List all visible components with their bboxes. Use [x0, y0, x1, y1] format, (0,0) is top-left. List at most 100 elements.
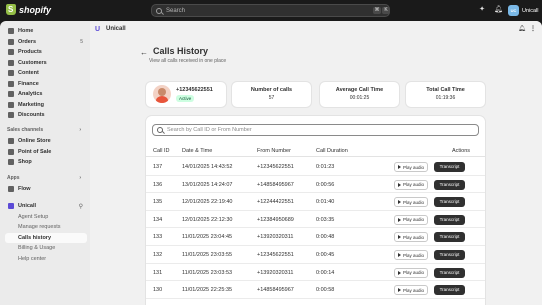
- notifications-icon[interactable]: 🔔︎: [494, 6, 503, 14]
- target-icon: [8, 101, 14, 108]
- play-audio-label: Play audio: [403, 217, 425, 223]
- sidebar-item-unicall[interactable]: Unicall ⚲: [5, 201, 87, 211]
- bank-icon: [8, 80, 14, 87]
- sidebar-item-orders[interactable]: Orders 5: [5, 37, 87, 47]
- shopify-logo[interactable]: shopify: [6, 4, 51, 15]
- call-id-cell: 137: [153, 164, 163, 170]
- play-icon: [398, 253, 401, 257]
- global-search[interactable]: Search ⌘ K: [151, 4, 390, 17]
- call-id-cell: 130: [153, 287, 163, 294]
- more-options-icon[interactable]: ⋮: [530, 25, 536, 32]
- transcript-button[interactable]: Transcript: [434, 179, 465, 190]
- transcript-button[interactable]: Transcript: [434, 197, 465, 208]
- table-row: 137 14/01/2025 14:43:52 +12345622551 0:01:2…: [146, 158, 485, 176]
- transcript-button[interactable]: Transcript: [434, 214, 465, 225]
- call-id-cell: 133: [153, 234, 163, 241]
- sidebar-item-label: Calls history: [18, 234, 52, 241]
- sidebar-item-label: Analytics: [18, 91, 43, 97]
- person-icon: [8, 59, 14, 66]
- search-placeholder: Search by Call ID or From Number: [167, 127, 252, 133]
- main-content: U Unicall 🔔︎ ⋮ ← Calls History View all …: [90, 21, 542, 305]
- app-header: U Unicall 🔔︎ ⋮: [90, 21, 542, 38]
- orders-count-badge: 5: [80, 38, 83, 45]
- sidebar-item-point-of-sale[interactable]: Point of Sale: [5, 147, 87, 157]
- transcript-button[interactable]: Transcript: [434, 250, 465, 260]
- sidekick-icon[interactable]: ✦: [478, 6, 486, 14]
- call-duration-cell: 0:00:58: [316, 287, 335, 294]
- sidebar-item-label: Shop: [18, 159, 32, 165]
- back-arrow-icon[interactable]: ←: [140, 48, 148, 57]
- search-icon: [156, 7, 162, 14]
- call-id-cell: 136: [153, 181, 163, 188]
- table-row: 136 13/01/2025 14:24:07 +14858495967 0:00:5…: [146, 176, 485, 194]
- call-duration-cell: 0:00:48: [316, 234, 335, 241]
- apps-header[interactable]: Apps ›: [7, 175, 87, 181]
- sidebar-item-label: Home: [18, 28, 34, 34]
- from-number-cell: +13920320311: [257, 234, 294, 241]
- play-audio-button[interactable]: Play audio: [394, 250, 429, 260]
- sidebar-item-discounts[interactable]: Discounts: [5, 110, 87, 120]
- stat-value: 00:01:25: [349, 95, 370, 101]
- calls-search-input[interactable]: Search by Call ID or From Number: [152, 124, 479, 136]
- sidebar-item-online-store[interactable]: Online Store: [5, 136, 87, 146]
- sidebar-item-content[interactable]: Content: [5, 68, 87, 78]
- sidebar-item-manage-requests[interactable]: Manage requests: [5, 222, 87, 232]
- stat-average-call-time: Average Call Time 00:01:25: [320, 82, 399, 107]
- play-audio-button[interactable]: Play audio: [394, 232, 429, 243]
- flow-icon: [8, 186, 14, 192]
- play-audio-button[interactable]: Play audio: [394, 214, 429, 225]
- play-audio-label: Play audio: [403, 234, 425, 240]
- from-number-cell: +12244422551: [257, 199, 294, 206]
- brand-name: shopify: [19, 4, 52, 15]
- call-duration-cell: 0:01:23: [316, 164, 335, 170]
- sidebar-item-label: Discounts: [18, 112, 45, 118]
- sidebar-item-label: Finance: [18, 80, 39, 87]
- sidebar-item-flow[interactable]: Flow: [5, 184, 87, 194]
- sidebar-item-customers[interactable]: Customers: [5, 58, 87, 68]
- from-number-cell: +12345622551: [257, 164, 294, 170]
- transcript-button[interactable]: Transcript: [434, 162, 465, 172]
- play-audio-button[interactable]: Play audio: [394, 179, 429, 190]
- date-time-cell: 11/01/2025 23:04:45: [182, 234, 233, 241]
- play-audio-button[interactable]: Play audio: [394, 162, 429, 172]
- call-id-cell: 131: [153, 269, 163, 276]
- shop-icon: [8, 159, 14, 165]
- stat-label: Total Call Time: [426, 87, 465, 93]
- sales-channels-header[interactable]: Sales channels ›: [7, 127, 87, 133]
- sidebar-item-finance[interactable]: Finance: [5, 79, 87, 89]
- sidebar-item-marketing[interactable]: Marketing: [5, 100, 87, 110]
- sidebar-item-label: Orders: [18, 38, 37, 45]
- call-id-cell: 135: [153, 199, 163, 206]
- store-name: Unicall: [522, 7, 539, 14]
- sidebar-item-analytics[interactable]: Analytics: [5, 89, 87, 99]
- sidebar-item-help-center[interactable]: Help center: [5, 254, 87, 264]
- stat-number-of-calls: Number of calls 57: [232, 82, 311, 107]
- sidebar-item-billing-usage[interactable]: Billing & Usage: [5, 243, 87, 253]
- play-audio-label: Play audio: [403, 199, 425, 205]
- transcript-button[interactable]: Transcript: [434, 285, 465, 296]
- play-audio-button[interactable]: Play audio: [394, 197, 429, 208]
- store-menu-button[interactable]: UC Unicall: [508, 4, 539, 17]
- play-audio-button[interactable]: Play audio: [394, 285, 429, 296]
- pin-icon[interactable]: ⚲: [79, 203, 83, 210]
- avatar: [153, 85, 171, 103]
- transcript-button[interactable]: Transcript: [434, 267, 465, 278]
- call-duration-cell: 0:00:14: [316, 269, 335, 276]
- date-time-cell: 12/01/2025 22:12:30: [182, 216, 233, 223]
- from-number-cell: +14858495967: [257, 181, 294, 188]
- from-number-cell: +12345622551: [257, 252, 294, 258]
- bell-icon[interactable]: 🔔︎: [518, 26, 526, 32]
- sidebar-item-label: Point of Sale: [18, 148, 52, 155]
- app-name: Unicall: [106, 26, 126, 32]
- play-audio-button[interactable]: Play audio: [394, 267, 429, 278]
- sidebar-item-agent-setup[interactable]: Agent Setup: [5, 212, 87, 222]
- from-number-cell: +13920320311: [257, 269, 294, 276]
- sidebar-item-shop[interactable]: Shop: [5, 157, 87, 167]
- sidebar-item-home[interactable]: Home: [5, 26, 87, 36]
- sidebar-item-products[interactable]: Products: [5, 47, 87, 57]
- table-row: 133 11/01/2025 23:04:45 +13920320311 0:00:4…: [146, 228, 485, 246]
- call-duration-cell: 0:03:35: [316, 216, 335, 223]
- sidebar-item-calls-history[interactable]: Calls history: [5, 232, 87, 243]
- transcript-button[interactable]: Transcript: [434, 232, 465, 243]
- sidebar-item-label: Unicall: [18, 203, 37, 209]
